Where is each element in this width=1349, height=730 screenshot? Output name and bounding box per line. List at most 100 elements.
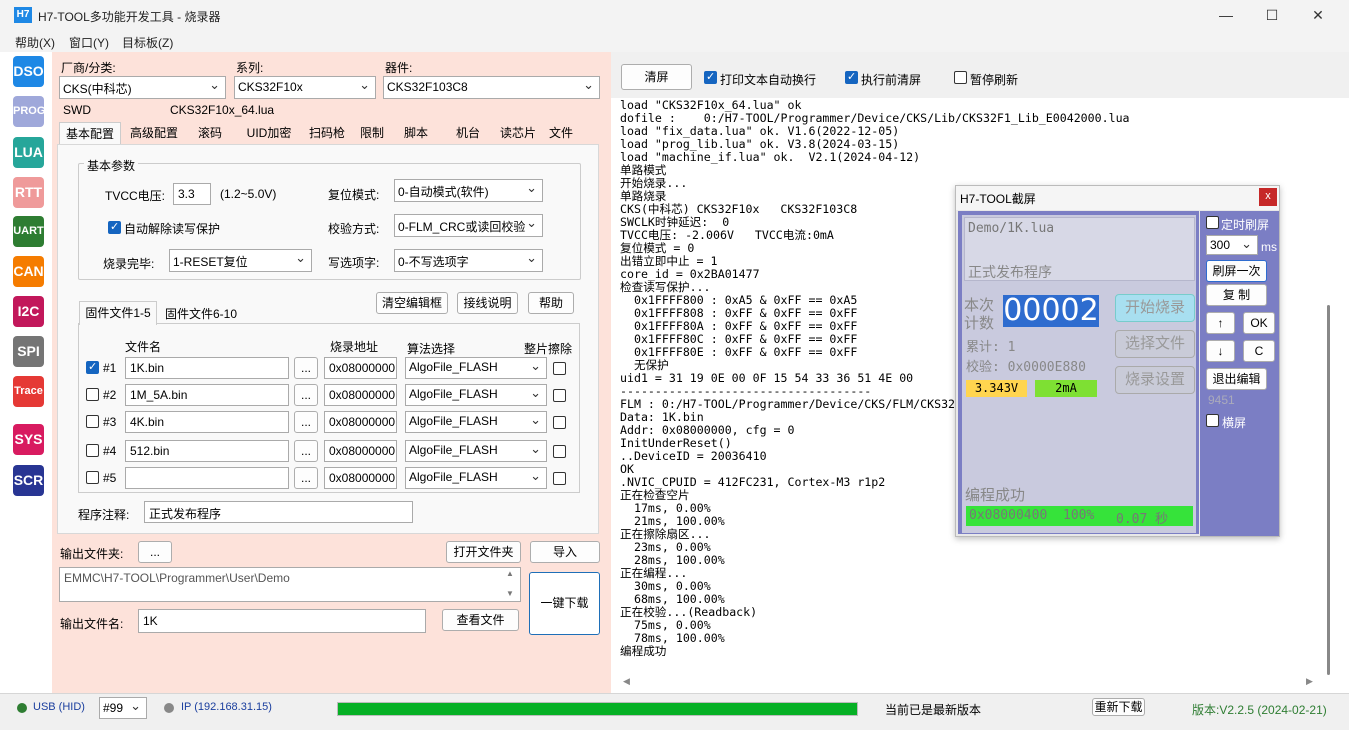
firmware-row-5-filename[interactable]: [125, 467, 289, 489]
maximize-button[interactable]: ☐: [1249, 0, 1295, 30]
tab-advanced[interactable]: 高级配置: [123, 122, 185, 146]
sidebar-can-button[interactable]: CAN: [13, 256, 44, 287]
firmware-row-1-address[interactable]: 0x08000000: [324, 357, 397, 379]
import-button[interactable]: 导入: [530, 541, 600, 563]
firmware-row-5-erase-checkbox[interactable]: [553, 472, 566, 485]
firmware-row-2-algorithm[interactable]: AlgoFile_FLASH: [405, 384, 547, 406]
firmware-row-4-browse-button[interactable]: ...: [294, 440, 318, 462]
firmware-row-2-filename[interactable]: 1M_5A.bin: [125, 384, 289, 406]
sidebar-lua-button[interactable]: LUA: [13, 137, 44, 168]
view-file-button[interactable]: 查看文件: [442, 609, 519, 631]
firmware-row-5-checkbox[interactable]: [86, 471, 99, 484]
device-select[interactable]: CKS32F103C8: [383, 76, 600, 99]
clear-editor-button[interactable]: 清空编辑框: [376, 292, 448, 314]
firmware-row-1-browse-button[interactable]: ...: [294, 357, 318, 379]
clear-log-button[interactable]: 清屏: [621, 64, 692, 90]
output-dir-browse-button[interactable]: ...: [138, 541, 172, 563]
sidebar-spi-button[interactable]: SPI: [13, 336, 44, 367]
minimize-button[interactable]: —: [1203, 0, 1249, 30]
reset-mode-select[interactable]: 0-自动模式(软件): [394, 179, 543, 202]
firmware-row-3-erase-checkbox[interactable]: [553, 416, 566, 429]
scroll-right-icon[interactable]: ▶: [1306, 676, 1313, 687]
one-click-download-button[interactable]: 一键下载: [529, 572, 600, 635]
tab-limit[interactable]: 限制: [354, 122, 390, 146]
key-down-button[interactable]: ↓: [1206, 340, 1235, 362]
tab-rolling-code[interactable]: 滚码: [188, 122, 232, 146]
sidebar-prog-button[interactable]: PROG: [13, 96, 45, 127]
key-ok-button[interactable]: OK: [1243, 312, 1275, 334]
log-hscrollbar[interactable]: [620, 675, 1320, 689]
refresh-once-button[interactable]: 刷屏一次: [1206, 260, 1267, 282]
option-bytes-select[interactable]: 0-不写选项字: [394, 249, 543, 272]
firmware-row-2-address[interactable]: 0x08000000: [324, 384, 397, 406]
key-c-button[interactable]: C: [1243, 340, 1275, 362]
landscape-checkbox[interactable]: [1206, 414, 1219, 427]
tvcc-input[interactable]: 3.3: [173, 183, 211, 205]
sidebar-sys-button[interactable]: SYS: [13, 424, 44, 455]
wiring-help-button[interactable]: 接线说明: [457, 292, 518, 314]
firmware-row-5-address[interactable]: 0x08000000: [324, 467, 397, 489]
firmware-row-1-filename[interactable]: 1K.bin: [125, 357, 289, 379]
output-name-input[interactable]: 1K: [138, 609, 426, 633]
autowrap-checkbox[interactable]: [704, 70, 717, 84]
firmware-row-3-browse-button[interactable]: ...: [294, 411, 318, 433]
sidebar-dso-button[interactable]: DSO: [13, 56, 44, 87]
firmware-row-4-address[interactable]: 0x08000000: [324, 440, 397, 462]
copy-screen-button[interactable]: 复 制: [1206, 284, 1267, 306]
scroll-up-icon[interactable]: ▲: [506, 569, 514, 578]
timer-refresh-checkbox[interactable]: [1206, 216, 1219, 229]
open-folder-button[interactable]: 打开文件夹: [446, 541, 521, 563]
firmware-row-5-algorithm[interactable]: AlgoFile_FLASH: [405, 467, 547, 489]
key-up-button[interactable]: ↑: [1206, 312, 1235, 334]
firmware-row-5-browse-button[interactable]: ...: [294, 467, 318, 489]
scroll-left-icon[interactable]: ◀: [623, 676, 630, 687]
verify-select[interactable]: 0-FLM_CRC或读回校验: [394, 214, 543, 237]
firmware-row-3-address[interactable]: 0x08000000: [324, 411, 397, 433]
note-input[interactable]: 正式发布程序: [144, 501, 413, 523]
firmware-row-2-erase-checkbox[interactable]: [553, 389, 566, 402]
menu-help[interactable]: 帮助(X): [15, 34, 55, 51]
lcd-settings-button[interactable]: 烧录设置: [1115, 366, 1195, 394]
pause-refresh-checkbox[interactable]: [954, 71, 967, 84]
tab-read-chip[interactable]: 读芯片: [494, 122, 542, 146]
log-vscroll-thumb[interactable]: [1327, 305, 1330, 675]
refresh-interval-select[interactable]: 300: [1206, 235, 1258, 255]
firmware-row-4-checkbox[interactable]: [86, 444, 99, 457]
firmware-row-1-checkbox[interactable]: [86, 360, 99, 374]
sidebar-i2c-button[interactable]: I2C: [13, 296, 44, 327]
output-path-field[interactable]: EMMC\H7-TOOL\Programmer\User\Demo: [59, 567, 521, 602]
tab-machine[interactable]: 机台: [449, 122, 487, 146]
firmware-row-3-checkbox[interactable]: [86, 415, 99, 428]
tab-script[interactable]: 脚本: [396, 122, 436, 146]
redownload-button[interactable]: 重新下载: [1092, 698, 1145, 716]
lcd-start-button[interactable]: 开始烧录: [1115, 294, 1195, 322]
lcd-select-file-button[interactable]: 选择文件: [1115, 330, 1195, 358]
firmware-row-4-erase-checkbox[interactable]: [553, 445, 566, 458]
menu-window[interactable]: 窗口(Y): [69, 34, 109, 51]
tab-uid-encrypt[interactable]: UID加密: [237, 122, 301, 146]
exit-edit-button[interactable]: 退出编辑: [1206, 368, 1267, 390]
series-select[interactable]: CKS32F10x: [234, 76, 376, 99]
tab-firmware-1-5[interactable]: 固件文件1-5: [79, 301, 157, 325]
firmware-row-1-erase-checkbox[interactable]: [553, 362, 566, 375]
done-select[interactable]: 1-RESET复位: [169, 249, 312, 272]
firmware-row-4-filename[interactable]: 512.bin: [125, 440, 289, 462]
firmware-row-3-algorithm[interactable]: AlgoFile_FLASH: [405, 411, 547, 433]
firmware-row-2-checkbox[interactable]: [86, 388, 99, 401]
scroll-down-icon[interactable]: ▼: [506, 589, 514, 598]
vendor-select[interactable]: CKS(中科芯): [59, 76, 226, 99]
firmware-row-3-filename[interactable]: 4K.bin: [125, 411, 289, 433]
sidebar-scr-button[interactable]: SCR: [13, 465, 44, 496]
menu-target-board[interactable]: 目标板(Z): [122, 34, 173, 51]
auto-unprotect-checkbox[interactable]: [108, 220, 121, 234]
tab-scanner[interactable]: 扫码枪: [303, 122, 351, 146]
tab-basic[interactable]: 基本配置: [59, 122, 121, 146]
firmware-row-4-algorithm[interactable]: AlgoFile_FLASH: [405, 440, 547, 462]
firmware-row-2-browse-button[interactable]: ...: [294, 384, 318, 406]
screen-close-button[interactable]: x: [1259, 188, 1277, 206]
tab-file[interactable]: 文件: [544, 122, 578, 146]
close-button[interactable]: ✕: [1295, 0, 1341, 30]
firmware-row-1-algorithm[interactable]: AlgoFile_FLASH: [405, 357, 547, 379]
sidebar-uart-button[interactable]: UART: [13, 216, 44, 247]
device-port-select[interactable]: #99: [99, 697, 147, 719]
